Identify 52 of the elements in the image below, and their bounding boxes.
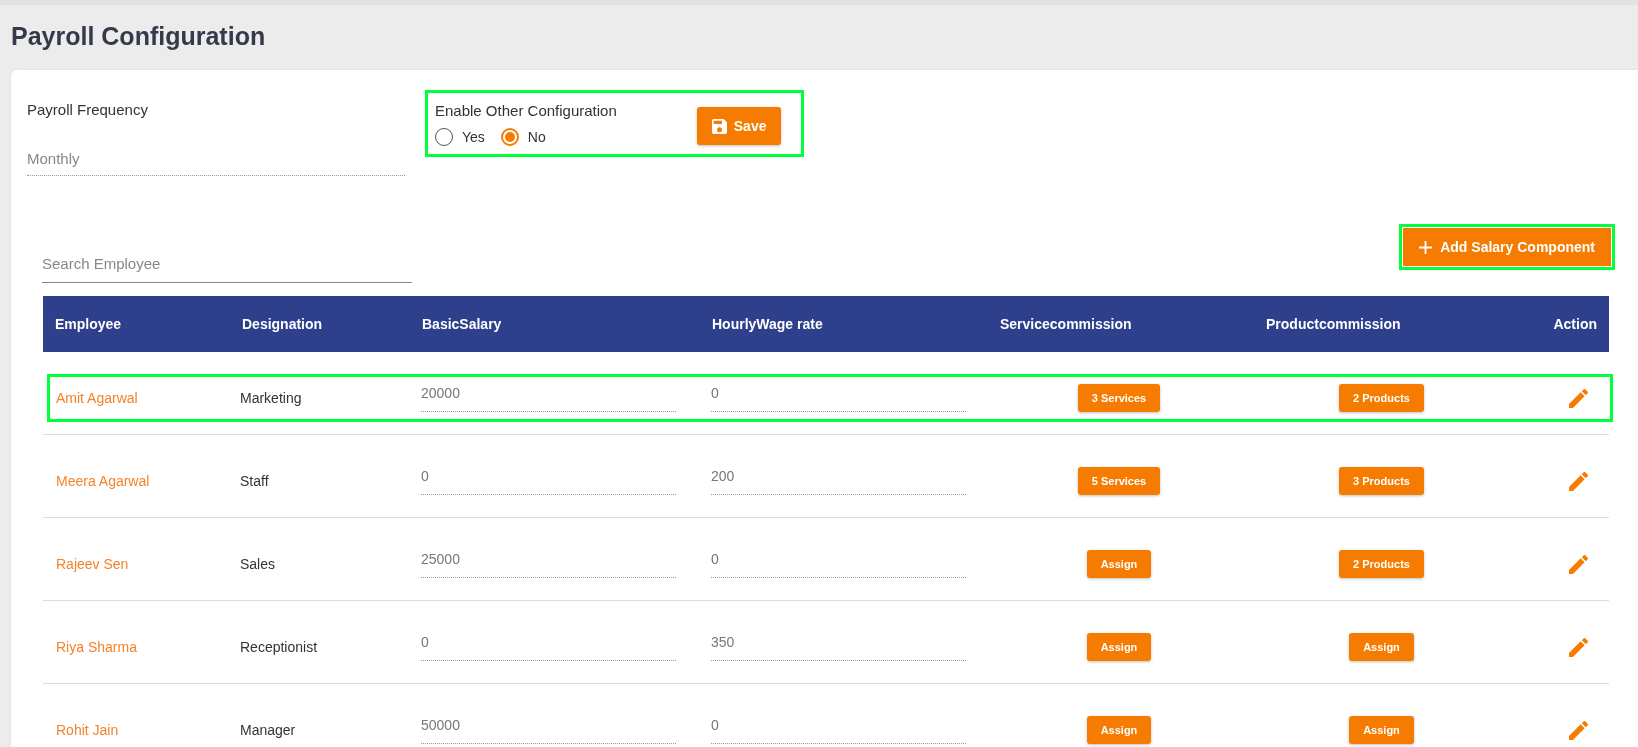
edit-icon[interactable] <box>1569 720 1588 740</box>
plus-icon <box>1419 240 1433 254</box>
product-commission-button[interactable]: 3 Products <box>1339 467 1424 495</box>
page-title: Payroll Configuration <box>10 21 267 52</box>
basic-salary-field[interactable]: 20000 <box>421 385 676 412</box>
basic-salary-field[interactable]: 0 <box>421 634 676 661</box>
column-header: Employee <box>54 316 123 332</box>
hourly-wage-field[interactable]: 0 <box>711 551 966 578</box>
service-commission-button[interactable]: 3 Services <box>1077 384 1161 412</box>
designation-cell-text: Receptionist <box>239 639 319 655</box>
column-header: Designation <box>241 316 324 332</box>
column-header: Servicecommission <box>999 316 1133 332</box>
basic-salary-field[interactable]: 50000 <box>421 717 676 744</box>
service-commission-button[interactable]: Assign <box>1086 716 1152 744</box>
employee-name-link[interactable]: Rohit Jain <box>50 722 234 738</box>
hourly-wage-field[interactable]: 0 <box>711 385 966 412</box>
designation-cell-text: Sales <box>239 556 277 572</box>
service-commission-button[interactable]: Assign <box>1086 633 1152 661</box>
employee-name-link[interactable]: Rajeev Sen <box>50 556 234 572</box>
designation-cell-text: Marketing <box>239 390 303 406</box>
radio-label[interactable]: No <box>527 129 546 145</box>
column-header: Action <box>1552 316 1598 332</box>
employee-name-link[interactable]: Meera Agarwal <box>50 473 234 489</box>
payroll-frequency-field[interactable]: Monthly <box>27 150 405 176</box>
product-commission-button[interactable]: 2 Products <box>1339 550 1424 578</box>
employee-name-link[interactable]: Riya Sharma <box>50 639 234 655</box>
product-commission-button[interactable]: Assign <box>1349 633 1414 661</box>
product-commission-button[interactable]: Assign <box>1349 716 1414 744</box>
hourly-wage-field[interactable]: 200 <box>711 468 966 495</box>
employee-name-link[interactable]: Amit Agarwal <box>50 390 234 406</box>
edit-icon[interactable] <box>1569 554 1588 574</box>
hourly-wage-field[interactable]: 350 <box>711 634 966 661</box>
column-header: Productcommission <box>1265 316 1402 332</box>
add-salary-component-button[interactable]: Add Salary Component <box>1403 228 1611 266</box>
edit-icon[interactable] <box>1569 471 1588 491</box>
radio-label[interactable]: Yes <box>462 129 485 145</box>
edit-icon[interactable] <box>1569 388 1588 408</box>
save-button[interactable]: Save <box>696 107 782 145</box>
designation-cell-text: Staff <box>239 473 270 489</box>
basic-salary-field[interactable]: 0 <box>421 468 676 495</box>
field-label: Payroll Frequency <box>27 101 148 118</box>
edit-icon[interactable] <box>1569 637 1588 657</box>
column-header: BasicSalary <box>421 316 503 332</box>
basic-salary-field[interactable]: 25000 <box>421 551 676 578</box>
service-commission-button[interactable]: Assign <box>1086 550 1152 578</box>
designation-cell-text: Manager <box>239 722 297 738</box>
hourly-wage-field[interactable]: 0 <box>711 717 966 744</box>
field-label: Enable Other Configuration <box>435 102 617 119</box>
product-commission-button[interactable]: 2 Products <box>1339 384 1424 412</box>
service-commission-button[interactable]: 5 Services <box>1077 467 1161 495</box>
radio-button[interactable] <box>500 128 519 146</box>
column-header: HourlyWage rate <box>711 316 824 332</box>
